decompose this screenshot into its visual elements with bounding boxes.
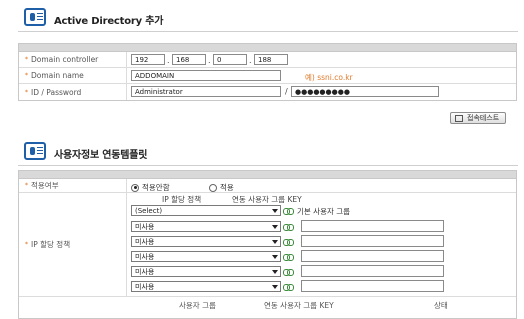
col-header-user-group: 사용자 그룹 [179, 301, 216, 310]
col-header-group-key: 연동 사용자 그룹 KEY [264, 301, 334, 310]
group-key-input[interactable] [301, 235, 444, 247]
row-apply: * 적용여부 적용안함 적용 [19, 179, 516, 193]
required-icon: * [25, 72, 28, 79]
label-domain-controller: Domain controller [31, 55, 99, 64]
col-header-status: 상태 [434, 301, 448, 310]
label-ip-policy: IP 할당 정책 [31, 240, 71, 249]
row-ip-policy: * IP 할당 정책 IP 할당 정책 연동 사용자 그룹 KEY (Select… [19, 193, 516, 297]
ad-form-panel: *Domain controller . . . *Domain name 예)… [18, 43, 517, 101]
link-icon [283, 239, 294, 246]
row-domain-name: *Domain name 예) ssni.co.kr [19, 68, 516, 84]
group-key-input[interactable] [301, 265, 444, 277]
default-user-group: 기본 사용자 그룹 [297, 207, 351, 216]
domain-name-input[interactable] [131, 70, 281, 81]
row-domain-controller: *Domain controller . . . [19, 52, 516, 68]
link-icon [283, 269, 294, 276]
ip-dot: . [167, 56, 170, 65]
col-header-ip-policy: IP 할당 정책 [162, 195, 202, 204]
link-icon [283, 224, 294, 231]
ip-policy-select[interactable]: (Select) [131, 205, 281, 216]
ip-policy-select[interactable]: 미사용 [131, 236, 281, 247]
label-apply: 적용여부 [31, 181, 59, 190]
directory-icon [24, 142, 46, 160]
required-icon: * [25, 88, 28, 96]
row-bottom-headers: 사용자 그룹 연동 사용자 그룹 KEY 상태 [19, 297, 516, 311]
group-key-input[interactable] [301, 220, 444, 232]
ip-octet-1[interactable] [131, 54, 165, 65]
ip-policy-select[interactable]: 미사용 [131, 281, 281, 292]
label-domain-name: Domain name [31, 71, 84, 80]
section-title: Active Directory 추가 [54, 16, 164, 27]
test-icon [455, 114, 463, 122]
dropdown-arrow-icon [271, 238, 279, 245]
radio-apply[interactable]: 적용 [209, 182, 234, 193]
ip-dot: . [249, 56, 252, 65]
ip-policy-select[interactable]: 미사용 [131, 266, 281, 277]
link-icon [283, 254, 294, 261]
connection-test-button[interactable]: 접속테스트 [450, 112, 507, 124]
template-form-panel: * 적용여부 적용안함 적용 * IP 할당 정책 IP 할당 정책 연동 사용자 … [18, 170, 517, 319]
ip-octet-2[interactable] [172, 54, 206, 65]
domain-name-hint: 예) ssni.co.kr [305, 73, 353, 82]
link-icon [283, 284, 294, 291]
label-id-password: ID / Password [31, 87, 82, 97]
id-input[interactable] [131, 86, 281, 97]
section-header-template: 사용자정보 연동템플릿 [18, 140, 518, 166]
ip-octet-3[interactable] [213, 54, 247, 65]
ip-policy-select[interactable]: 미사용 [131, 221, 281, 232]
required-icon: * [25, 56, 28, 63]
section-title: 사용자정보 연동템플릿 [54, 150, 148, 161]
required-icon: * [25, 182, 28, 189]
dropdown-arrow-icon [271, 223, 279, 230]
ip-dot: . [208, 56, 211, 65]
group-key-input[interactable] [301, 280, 444, 292]
section-header-active-directory: Active Directory 추가 [18, 6, 518, 32]
row-id-password: *ID / Password / [19, 84, 516, 100]
dropdown-arrow-icon [271, 253, 279, 260]
password-input[interactable] [291, 86, 439, 97]
group-key-input[interactable] [301, 250, 444, 262]
link-icon [283, 208, 294, 215]
ip-octet-4[interactable] [254, 54, 288, 65]
dropdown-arrow-icon [271, 283, 279, 290]
dropdown-arrow-icon [271, 268, 279, 275]
required-icon: * [25, 241, 28, 248]
radio-not-apply[interactable]: 적용안함 [131, 182, 170, 193]
id-password-separator: / [285, 87, 288, 96]
ip-policy-select[interactable]: 미사용 [131, 251, 281, 262]
col-header-group-key: 연동 사용자 그룹 KEY [232, 195, 302, 204]
directory-icon [24, 8, 46, 26]
radio-unselected-icon [209, 183, 217, 192]
dropdown-arrow-icon [271, 207, 279, 214]
radio-selected-icon [131, 183, 139, 192]
